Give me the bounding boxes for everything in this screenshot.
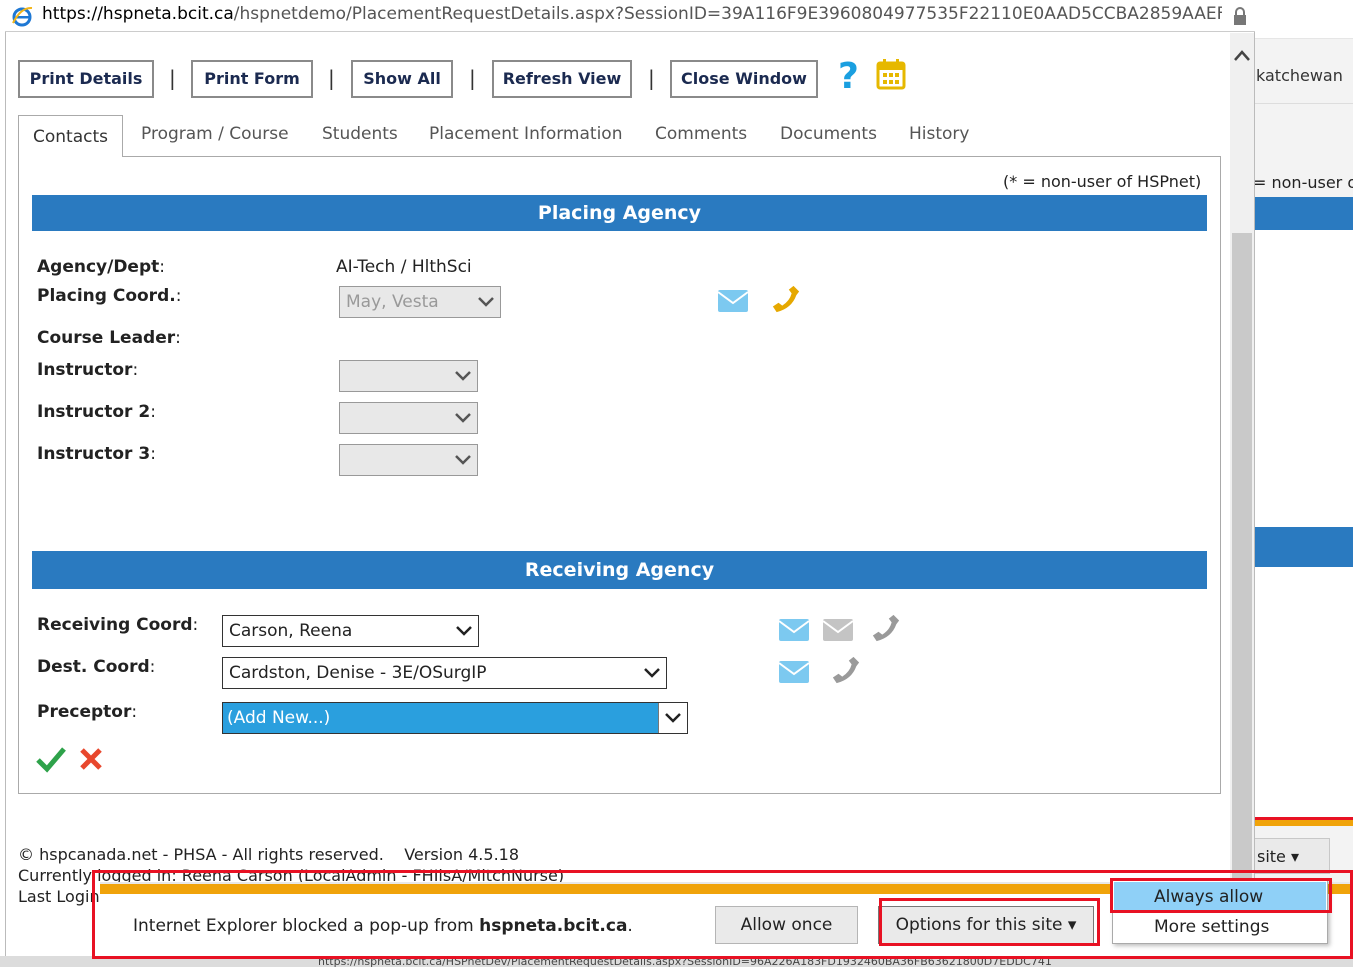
chevron-down-icon (455, 455, 471, 465)
chevron-down-icon (644, 668, 660, 678)
phone-icon-disabled (872, 614, 900, 642)
close-icon[interactable] (78, 746, 104, 772)
print-form-button[interactable]: Print Form (191, 60, 313, 98)
background-panel-2 (1255, 567, 1353, 817)
chevron-down-icon (478, 297, 494, 307)
print-details-button[interactable]: Print Details (18, 60, 154, 98)
email-icon-disabled (822, 619, 854, 641)
preceptor-label: Preceptor: (37, 702, 138, 722)
lock-icon (1234, 7, 1246, 25)
url-path: /hspnetdemo/PlacementRequestDetails.aspx… (233, 4, 1222, 24)
dest-coord-label: Dest. Coord: (37, 657, 156, 677)
scroll-up-arrow-icon[interactable] (1232, 44, 1252, 68)
nonuser-legend: (* = non-user of HSPnet) (1003, 172, 1202, 191)
placing-agency-header: Placing Agency (32, 195, 1207, 231)
tab-documents[interactable]: Documents (780, 124, 877, 144)
email-icon[interactable] (717, 286, 749, 316)
internet-explorer-icon (12, 6, 33, 27)
show-all-button[interactable]: Show All (351, 60, 453, 98)
instructor-label: Instructor: (37, 360, 139, 380)
preceptor-dropdown-button[interactable] (658, 703, 687, 733)
tab-history[interactable]: History (909, 124, 969, 144)
background-panel (1255, 230, 1353, 527)
course-leader-label: Course Leader: (37, 328, 181, 348)
phone-icon-disabled (832, 656, 860, 684)
receiving-agency-header: Receiving Agency (32, 551, 1207, 589)
chevron-down-icon (456, 626, 472, 636)
toolbar-separator: | (469, 66, 476, 90)
phone-icon[interactable] (770, 284, 802, 314)
agency-dept-label: Agency/Dept: (37, 257, 165, 277)
preceptor-value: (Add New...) (227, 708, 331, 728)
placing-coord-select[interactable]: May, Vesta (339, 286, 501, 318)
agency-dept-value: AI-Tech / HlthSci (336, 257, 472, 277)
url-text[interactable]: https://hspneta.bcit.ca/hspnetdemo/Place… (42, 4, 1222, 24)
instructor-2-label: Instructor 2: (37, 402, 156, 422)
tab-comments[interactable]: Comments (655, 124, 747, 144)
instructor-2-select[interactable] (339, 402, 478, 434)
background-nonuser-text: = non-user o (1253, 173, 1353, 192)
highlight-box-options-button (879, 898, 1100, 946)
toolbar-separator: | (648, 66, 655, 90)
toolbar-separator: | (169, 66, 176, 90)
calendar-icon[interactable] (876, 58, 906, 90)
footer-version: Version 4.5.18 (404, 845, 520, 864)
contacts-panel (18, 156, 1221, 794)
tab-placement-information[interactable]: Placement Information (429, 124, 622, 144)
background-location-text: katchewan (1256, 66, 1343, 85)
toolbar-separator: | (328, 66, 335, 90)
placing-coord-label: Placing Coord.: (37, 286, 182, 306)
chevron-down-icon (665, 713, 681, 723)
url-host: https://hspneta.bcit.ca (42, 4, 234, 24)
receiving-coord-value: Carson, Reena (229, 621, 353, 641)
instructor-3-select[interactable] (339, 444, 478, 476)
email-icon[interactable] (778, 615, 810, 645)
instructor-select[interactable] (339, 360, 478, 392)
preceptor-select[interactable]: (Add New...) (222, 702, 688, 734)
background-section-bar-2 (1255, 527, 1353, 567)
tab-students[interactable]: Students (322, 124, 398, 144)
refresh-view-button[interactable]: Refresh View (492, 60, 632, 98)
dest-coord-value: Cardston, Denise - 3E/OSurgIP (229, 663, 487, 683)
instructor-3-label: Instructor 3: (37, 444, 156, 464)
background-window-titlebar (1255, 0, 1353, 39)
chevron-down-icon (455, 371, 471, 381)
background-options-button[interactable]: site ▾ (1248, 838, 1330, 874)
tab-program-course[interactable]: Program / Course (141, 124, 289, 144)
dest-coord-select[interactable]: Cardston, Denise - 3E/OSurgIP (222, 657, 667, 689)
background-section-bar (1255, 197, 1353, 230)
footer-copyright: © hspcanada.net - PHSA - All rights rese… (18, 845, 520, 864)
close-window-button[interactable]: Close Window (670, 60, 818, 98)
background-notification-bar (1255, 820, 1353, 826)
checkmark-icon[interactable] (35, 745, 67, 773)
placing-coord-value: May, Vesta (346, 292, 439, 312)
receiving-coord-label: Receiving Coord: (37, 615, 199, 635)
background-options-label: site (1257, 847, 1286, 866)
background-divider (1255, 103, 1353, 104)
highlight-box-always-allow (1110, 878, 1332, 913)
scrollbar-thumb[interactable] (1232, 233, 1252, 923)
help-icon[interactable]: ? (838, 56, 859, 97)
tab-contacts[interactable]: Contacts (18, 115, 123, 157)
receiving-coord-select[interactable]: Carson, Reena (222, 615, 479, 647)
email-icon[interactable] (778, 657, 810, 687)
chevron-down-icon (455, 413, 471, 423)
